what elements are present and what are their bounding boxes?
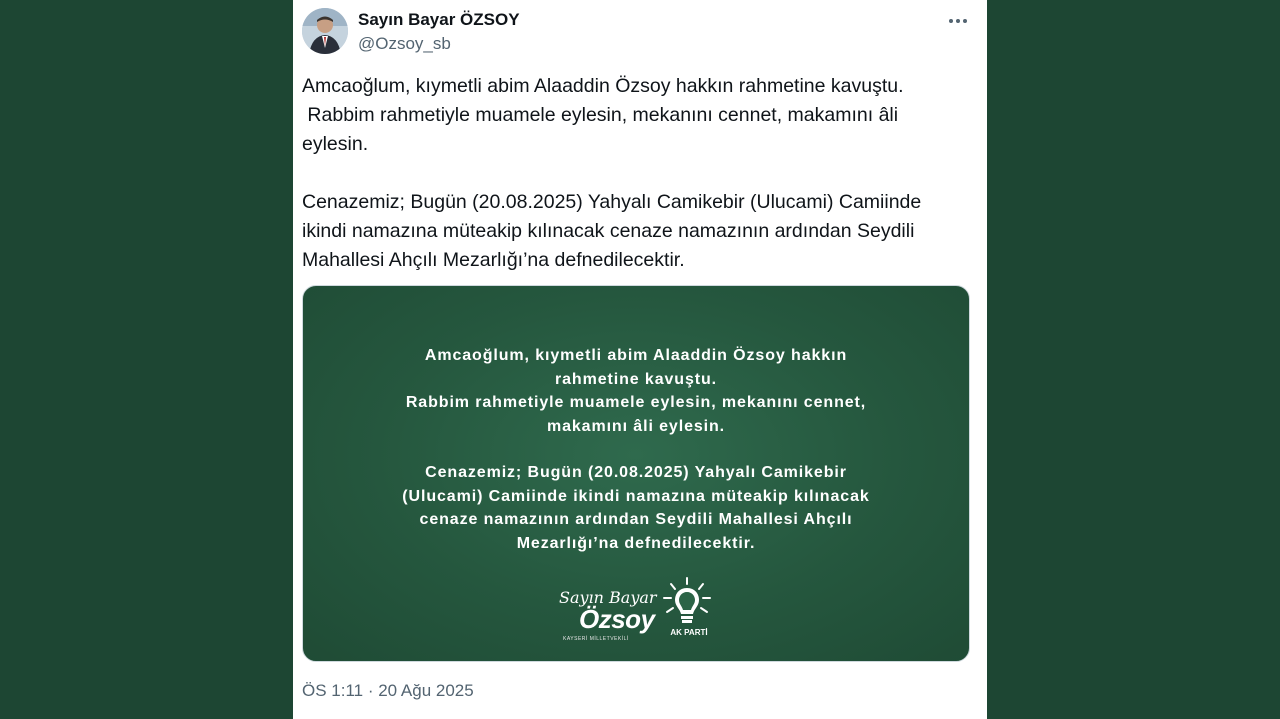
signature-surname: Özsoy xyxy=(579,604,655,634)
user-handle[interactable]: @Ozsoy_sb xyxy=(358,34,451,54)
media-paragraph-1: Amcaoğlum, kıymetli abim Alaaddin Özsoy … xyxy=(405,347,867,435)
avatar-image xyxy=(302,8,348,54)
user-avatar[interactable] xyxy=(302,8,348,54)
signature-subtitle: KAYSERİ MİLLETVEKİLİ xyxy=(563,636,629,642)
more-options-button[interactable] xyxy=(943,6,973,36)
lightbulb-logo-icon xyxy=(663,577,711,623)
media-paragraph-2: Cenazemiz; Bugün (20.08.2025) Yahyalı Ca… xyxy=(402,464,870,552)
party-name: AK PARTİ xyxy=(670,628,708,637)
more-horizontal-icon xyxy=(949,19,967,23)
tweet-text: Amcaoğlum, kıymetli abim Alaaddin Özsoy … xyxy=(302,75,922,271)
page-background-left xyxy=(0,0,293,719)
tweet-timestamp[interactable]: ÖS 1:11 · 20 Ağu 2025 xyxy=(302,681,474,701)
tweet-card: Sayın Bayar ÖZSOY @Ozsoy_sb Amcaoğlum, k… xyxy=(293,0,987,719)
tweet-media-image[interactable]: Amcaoğlum, kıymetli abim Alaaddin Özsoy … xyxy=(302,285,970,662)
page-background-right xyxy=(987,0,1280,719)
user-display-name[interactable]: Sayın Bayar ÖZSOY xyxy=(358,10,520,30)
